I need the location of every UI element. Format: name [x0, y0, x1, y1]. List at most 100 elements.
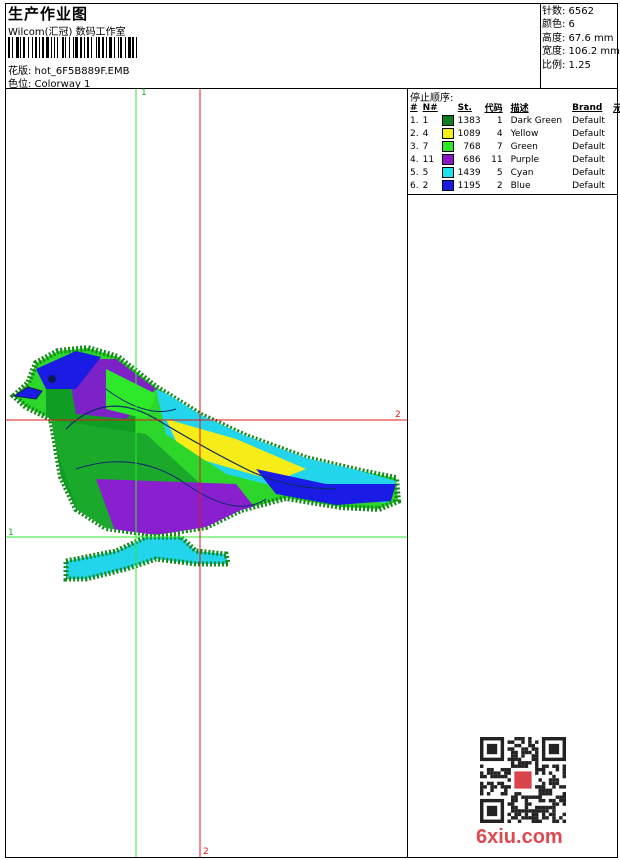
- qr-module: [562, 767, 566, 772]
- qr-module: [524, 795, 529, 799]
- qr-module: [531, 747, 536, 751]
- qr-module: [524, 750, 529, 755]
- qr-module: [514, 792, 518, 796]
- row-stitches: 1195: [457, 180, 481, 191]
- qr-module: [538, 785, 542, 789]
- qr-module: [497, 771, 501, 775]
- color-swatch: [441, 180, 454, 191]
- col-header-needle: N#: [422, 102, 438, 113]
- color-swatch: [441, 167, 454, 178]
- qr-module: [517, 764, 522, 768]
- qr-module: [514, 798, 518, 803]
- qr-module: [514, 743, 518, 748]
- table-row: 2. 4 1089 4 Yellow Default: [408, 127, 620, 140]
- qr-module: [531, 812, 536, 817]
- barcode-bar: [28, 37, 29, 58]
- qr-module: [535, 740, 539, 744]
- qr-module: [524, 805, 529, 810]
- qr-module: [504, 785, 508, 789]
- qr-module: [562, 795, 566, 799]
- row-stitches: 1383: [457, 115, 481, 126]
- red-guide-label-right: 2: [395, 410, 401, 420]
- embroidery-design-area: [6, 89, 407, 857]
- qr-module: [541, 812, 546, 817]
- row-code: 7: [496, 141, 503, 152]
- qr-module: [524, 809, 529, 813]
- barcode-bar: [32, 37, 33, 58]
- barcode-bar: [114, 37, 115, 58]
- qr-module: [555, 795, 560, 799]
- qr-module: [504, 774, 508, 779]
- qr-module: [504, 788, 508, 793]
- qr-module: [517, 792, 522, 796]
- qr-module: [524, 764, 529, 768]
- qr-module: [500, 767, 505, 772]
- qr-module: [541, 767, 546, 772]
- qr-module: [514, 757, 518, 762]
- qr-module: [480, 764, 484, 768]
- qr-module: [538, 809, 542, 813]
- qr-module: [486, 771, 491, 775]
- qr-module: [521, 761, 525, 765]
- qr-module: [517, 761, 522, 765]
- qr-module: [497, 774, 501, 779]
- qr-module: [541, 771, 546, 775]
- table-row: 4. 11 686 11 Purple Default: [408, 153, 620, 166]
- qr-module: [541, 785, 546, 789]
- qr-module: [507, 747, 511, 751]
- qr-module: [535, 757, 539, 762]
- qr-module: [535, 767, 539, 772]
- col-header-element: 元素: [612, 104, 620, 114]
- qr-module: [562, 792, 566, 796]
- row-brand: Default: [572, 180, 605, 191]
- color-swatch: [441, 115, 454, 126]
- row-seq: 5.: [410, 167, 419, 178]
- qr-module: [552, 802, 556, 806]
- qr-module: [535, 816, 539, 820]
- qr-module: [507, 812, 511, 817]
- color-swatch: [441, 128, 454, 139]
- barcode-bar: [109, 37, 112, 58]
- qr-module: [510, 764, 515, 768]
- qr-module: [514, 750, 518, 755]
- qr-module: [552, 819, 556, 823]
- design-stats: 针数: 6562 颜色: 6 高度: 67.6 mm 宽度: 106.2 mm …: [542, 5, 620, 72]
- barcode-bar: [51, 37, 52, 58]
- qr-module: [531, 757, 536, 762]
- qr-module: [538, 795, 542, 799]
- qr-module: [545, 809, 549, 813]
- qr-module: [548, 792, 553, 796]
- design-scale: 比例: 1.25: [542, 59, 591, 71]
- qr-module: [510, 740, 515, 744]
- barcode-bar: [75, 37, 78, 58]
- qr-module: [521, 764, 525, 768]
- barcode-bar: [96, 37, 97, 58]
- qr-module: [528, 802, 532, 806]
- sheet-title: 生产作业图: [8, 5, 89, 23]
- qr-module: [535, 819, 539, 823]
- feet-branch: [63, 534, 232, 582]
- green-guide-label-top: 1: [141, 88, 147, 98]
- qr-module: [552, 805, 556, 810]
- row-desc: Purple: [510, 154, 540, 165]
- barcode-bar: [35, 37, 37, 58]
- qr-module: [517, 757, 522, 762]
- qr-module: [541, 816, 546, 820]
- qr-module: [541, 781, 546, 786]
- qr-module: [507, 819, 511, 823]
- design-divider: [407, 88, 408, 858]
- qr-module: [535, 764, 539, 768]
- qr-module: [562, 764, 566, 768]
- row-desc: Yellow: [510, 128, 539, 139]
- qr-module: [524, 798, 529, 803]
- barcode-bar: [98, 37, 100, 58]
- row-code: 1: [496, 115, 503, 126]
- row-seq: 1.: [410, 115, 419, 126]
- row-needle: 5: [422, 167, 429, 178]
- qr-module: [493, 785, 498, 789]
- qr-module: [548, 812, 553, 817]
- qr-module: [483, 785, 487, 789]
- qr-module: [510, 809, 515, 813]
- qr-module: [480, 781, 484, 786]
- qr-module: [521, 737, 525, 741]
